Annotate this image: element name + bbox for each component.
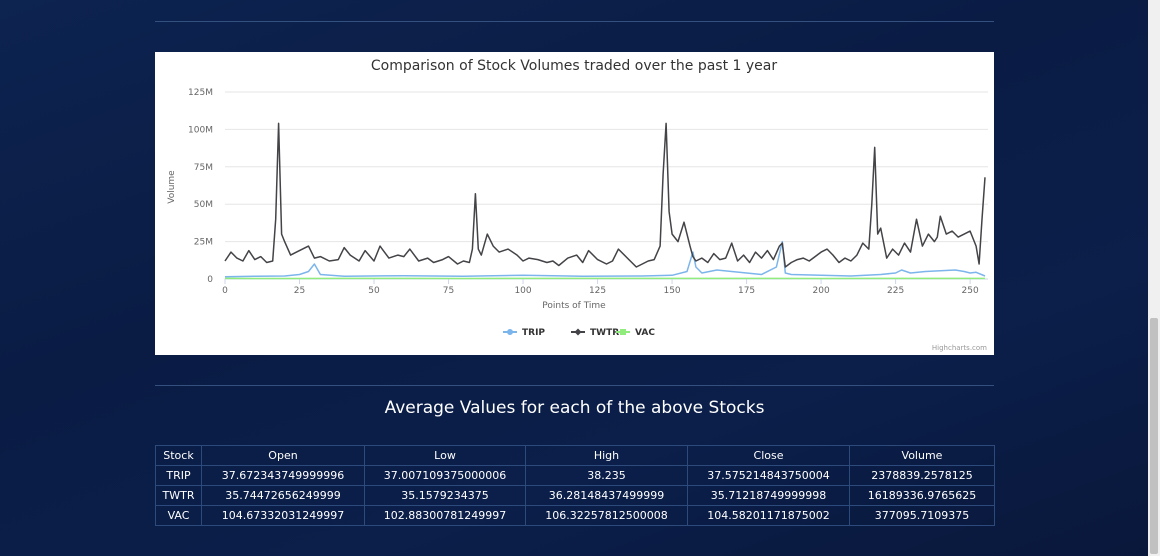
x-axis-title: Points of Time xyxy=(542,301,606,311)
cell-open: 37.672343749999996 xyxy=(201,465,365,486)
series-lines xyxy=(224,122,986,280)
y-tick-label: 50M xyxy=(194,200,213,210)
table-header-row: Stock Open Low High Close Volume xyxy=(155,445,995,466)
cell-low: 37.007109375000006 xyxy=(364,465,526,486)
header-low: Low xyxy=(364,445,526,466)
cell-close: 35.71218749999998 xyxy=(687,485,850,506)
legend-marker xyxy=(620,329,626,335)
legend-marker xyxy=(574,328,582,336)
chart-credits[interactable]: Highcharts.com xyxy=(932,344,987,352)
table-row: VAC 104.67332031249997 102.8830078124999… xyxy=(155,505,995,526)
cell-open: 104.67332031249997 xyxy=(201,505,365,526)
cell-volume: 16189336.9765625 xyxy=(849,485,995,506)
mid-divider xyxy=(155,385,994,386)
y-axis-title: Volume xyxy=(167,170,177,204)
y-tick-label: 0 xyxy=(207,275,213,285)
top-divider xyxy=(155,21,994,22)
legend-marker xyxy=(507,329,513,335)
average-values-table: Stock Open Low High Close Volume TRIP 37… xyxy=(155,445,995,526)
cell-close: 104.58201171875002 xyxy=(687,505,850,526)
cell-stock: VAC xyxy=(155,505,202,526)
cell-stock: TRIP xyxy=(155,465,202,486)
legend-item-trip[interactable]: TRIP xyxy=(503,328,545,338)
x-axis-ticks: 0 25 50 75 100 125 150 175 200 225 250 xyxy=(222,279,979,296)
legend-label: TRIP xyxy=(522,328,545,338)
y-axis-ticks: 0 25M 50M 75M 100M 125M xyxy=(188,88,213,285)
header-open: Open xyxy=(201,445,365,466)
cell-close: 37.575214843750004 xyxy=(687,465,850,486)
header-stock: Stock xyxy=(155,445,202,466)
x-tick-label: 50 xyxy=(368,286,380,296)
x-tick-label: 225 xyxy=(887,286,904,296)
chart-legend[interactable]: TRIP TWTR VAC xyxy=(503,328,655,338)
header-close: Close xyxy=(687,445,850,466)
volume-chart-svg: Comparison of Stock Volumes traded over … xyxy=(167,58,988,352)
page-scrollbar[interactable] xyxy=(1148,0,1160,556)
y-tick-label: 100M xyxy=(188,125,213,135)
x-tick-label: 25 xyxy=(294,286,305,296)
volume-chart: Comparison of Stock Volumes traded over … xyxy=(155,52,994,355)
table-row: TWTR 35.74472656249999 35.1579234375 36.… xyxy=(155,485,995,506)
x-tick-label: 150 xyxy=(663,286,680,296)
table-row: TRIP 37.672343749999996 37.0071093750000… xyxy=(155,465,995,486)
cell-low: 102.88300781249997 xyxy=(364,505,526,526)
cell-volume: 2378839.2578125 xyxy=(849,465,995,486)
grid-lines xyxy=(225,91,988,280)
x-tick-label: 200 xyxy=(813,286,830,296)
cell-high: 36.28148437499999 xyxy=(525,485,688,506)
x-tick-label: 175 xyxy=(738,286,755,296)
x-tick-label: 125 xyxy=(589,286,606,296)
x-tick-label: 100 xyxy=(514,286,531,296)
y-tick-label: 25M xyxy=(194,238,213,248)
scrollbar-thumb[interactable] xyxy=(1150,318,1158,554)
header-volume: Volume xyxy=(849,445,995,466)
series-line-twtr[interactable] xyxy=(224,122,986,268)
legend-item-vac[interactable]: VAC xyxy=(616,328,655,338)
y-tick-label: 125M xyxy=(188,88,213,98)
cell-low: 35.1579234375 xyxy=(364,485,526,506)
x-tick-label: 250 xyxy=(962,286,979,296)
y-tick-label: 75M xyxy=(194,163,213,173)
x-tick-label: 75 xyxy=(443,286,454,296)
legend-label: TWTR xyxy=(590,328,619,338)
cell-high: 106.32257812500008 xyxy=(525,505,688,526)
chart-title: Comparison of Stock Volumes traded over … xyxy=(371,58,778,74)
x-tick-label: 0 xyxy=(222,286,228,296)
cell-high: 38.235 xyxy=(525,465,688,486)
legend-item-twtr[interactable]: TWTR xyxy=(571,328,619,338)
cell-stock: TWTR xyxy=(155,485,202,506)
cell-open: 35.74472656249999 xyxy=(201,485,365,506)
header-high: High xyxy=(525,445,688,466)
legend-label: VAC xyxy=(635,328,655,338)
average-values-heading: Average Values for each of the above Sto… xyxy=(384,398,765,418)
cell-volume: 377095.7109375 xyxy=(849,505,995,526)
